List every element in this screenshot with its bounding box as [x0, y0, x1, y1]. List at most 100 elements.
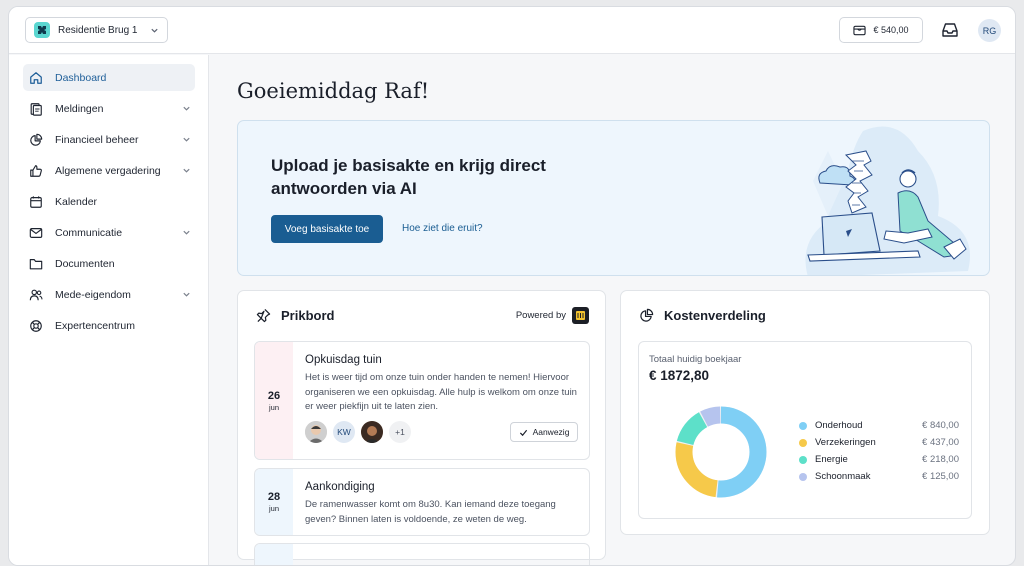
kostenverdeling-title: Kostenverdeling	[664, 308, 766, 323]
sidebar-item-label: Documenten	[55, 257, 115, 270]
notifications-icon	[30, 102, 42, 116]
attend-button[interactable]: Aanwezig	[510, 422, 578, 442]
cost-donut-chart	[675, 406, 767, 498]
powered-by-label: Powered by	[515, 310, 566, 321]
post-month: jun	[268, 504, 279, 513]
sidebar-item-algemene-vergadering[interactable]: Algemene vergadering	[23, 157, 195, 184]
basisakte-banner: Upload je basisakte en krijg direct antw…	[237, 120, 990, 276]
legend-name: Onderhoud	[815, 420, 863, 431]
prikbord-card: Prikbord Powered by 26 jun Opkuisdag tui…	[237, 290, 606, 565]
wallet-balance-button[interactable]: € 540,00	[839, 17, 923, 43]
sidebar-item-mede-eigendom[interactable]: Mede-eigendom	[23, 281, 195, 308]
pie-chart-icon	[30, 133, 43, 146]
sidebar-item-label: Algemene vergadering	[55, 164, 161, 177]
legend-name: Verzekeringen	[815, 437, 876, 448]
legend-dot	[799, 472, 807, 481]
avatar	[361, 421, 383, 443]
attendee-list: KW +1	[305, 421, 411, 443]
legend-row: Energie € 218,00	[799, 451, 959, 468]
banner-title: Upload je basisakte en krijg direct antw…	[271, 156, 546, 198]
legend-dot	[799, 455, 807, 464]
calendar-icon	[30, 195, 42, 208]
post-body: Het is weer tijd om onze tuin onder hand…	[305, 372, 577, 412]
legend-dot	[799, 438, 807, 447]
legend-value: € 840,00	[922, 420, 959, 431]
post-item[interactable]: 28 jun Aankondiging De ramenwasser komt …	[254, 468, 590, 536]
post-title: Aankondiging	[305, 481, 375, 493]
add-basisakte-button[interactable]: Voeg basisakte toe	[271, 215, 383, 243]
post-day: 26	[267, 389, 281, 402]
sidebar-item-label: Kalender	[55, 195, 98, 208]
home-icon	[30, 71, 42, 84]
sidebar-item-expertencentrum[interactable]: Expertencentrum	[23, 312, 195, 339]
sidebar-item-dashboard[interactable]: Dashboard	[23, 64, 195, 91]
sidebar: Dashboard Meldingen Financieel beheer Al…	[9, 55, 209, 565]
users-icon	[29, 289, 43, 300]
sidebar-item-financieel-beheer[interactable]: Financieel beheer	[23, 126, 195, 153]
post-day: 28	[267, 491, 281, 503]
wallet-icon	[853, 25, 867, 36]
sidebar-item-label: Mede-eigendom	[55, 288, 131, 301]
user-avatar[interactable]: RG	[978, 19, 1001, 42]
mail-icon	[29, 227, 43, 238]
person-laptop-illustration	[805, 126, 970, 275]
sidebar-item-label: Communicatie	[55, 226, 123, 239]
project-selector[interactable]: Residentie Brug 1	[25, 17, 168, 43]
legend-row: Schoonmaak € 125,00	[799, 468, 959, 485]
project-logo-icon	[34, 22, 50, 38]
post-date: 26 jun	[255, 342, 293, 459]
legend-value: € 125,00	[922, 471, 959, 482]
chevron-down-icon	[183, 106, 190, 111]
kostenverdeling-card: Kostenverdeling Totaal huidig boekjaar €…	[620, 290, 990, 535]
pie-chart-icon	[640, 308, 654, 322]
cost-summary-panel: Totaal huidig boekjaar € 1872,80 Onderho…	[638, 341, 972, 519]
post-date	[255, 544, 293, 565]
sidebar-item-communicatie[interactable]: Communicatie	[23, 219, 195, 246]
check-icon	[519, 429, 527, 436]
post-month: jun	[268, 402, 279, 412]
avatar	[305, 421, 327, 443]
lifebuoy-icon	[30, 319, 42, 332]
example-link[interactable]: Hoe ziet die eruit?	[402, 223, 483, 234]
legend-row: Onderhoud € 840,00	[799, 417, 959, 434]
page-title: Goeiemiddag Raf!	[237, 79, 430, 103]
powered-by: Powered by	[516, 307, 589, 324]
chevron-down-icon	[183, 292, 190, 297]
post-item[interactable]: 26 jun Opkuisdag tuin Het is weer tijd o…	[254, 341, 590, 460]
partner-logo-icon	[572, 307, 589, 324]
more-attendees-count: +1	[389, 421, 411, 443]
sidebar-item-meldingen[interactable]: Meldingen	[23, 95, 195, 122]
attend-button-label: Aanwezig	[532, 427, 570, 437]
sidebar-item-label: Financieel beheer	[55, 133, 139, 146]
chevron-down-icon	[183, 137, 190, 142]
thumbs-up-icon	[30, 164, 42, 177]
pin-icon	[256, 308, 271, 323]
folder-icon	[29, 258, 43, 269]
legend-value: € 437,00	[922, 437, 959, 448]
legend-row: Verzekeringen € 437,00	[799, 434, 959, 451]
sidebar-item-documenten[interactable]: Documenten	[23, 250, 195, 277]
post-date: 28 jun	[255, 469, 293, 535]
post-item[interactable]	[254, 543, 590, 565]
prikbord-title: Prikbord	[281, 308, 335, 323]
project-name: Residentie Brug 1	[58, 24, 138, 36]
avatar: KW	[333, 421, 355, 443]
chevron-down-icon	[150, 28, 158, 33]
sidebar-item-kalender[interactable]: Kalender	[23, 188, 195, 215]
app-window: Residentie Brug 1 € 540,00 RG Dashboard …	[8, 6, 1016, 566]
cost-total-value: € 1872,80	[649, 368, 710, 383]
legend-dot	[799, 421, 807, 430]
cost-legend: Onderhoud € 840,00 Verzekeringen € 437,0…	[799, 417, 959, 485]
sidebar-item-label: Expertencentrum	[55, 319, 135, 332]
wallet-balance: € 540,00	[873, 25, 909, 35]
inbox-icon[interactable]	[941, 21, 959, 39]
cost-total-label: Totaal huidig boekjaar	[649, 354, 742, 365]
legend-value: € 218,00	[922, 454, 959, 465]
sidebar-item-label: Meldingen	[55, 102, 104, 115]
sidebar-item-label: Dashboard	[55, 71, 107, 84]
chevron-down-icon	[183, 168, 190, 173]
topbar: Residentie Brug 1 € 540,00 RG	[9, 7, 1015, 54]
legend-name: Energie	[815, 454, 848, 465]
legend-name: Schoonmaak	[815, 471, 871, 482]
post-title: Opkuisdag tuin	[305, 354, 382, 366]
